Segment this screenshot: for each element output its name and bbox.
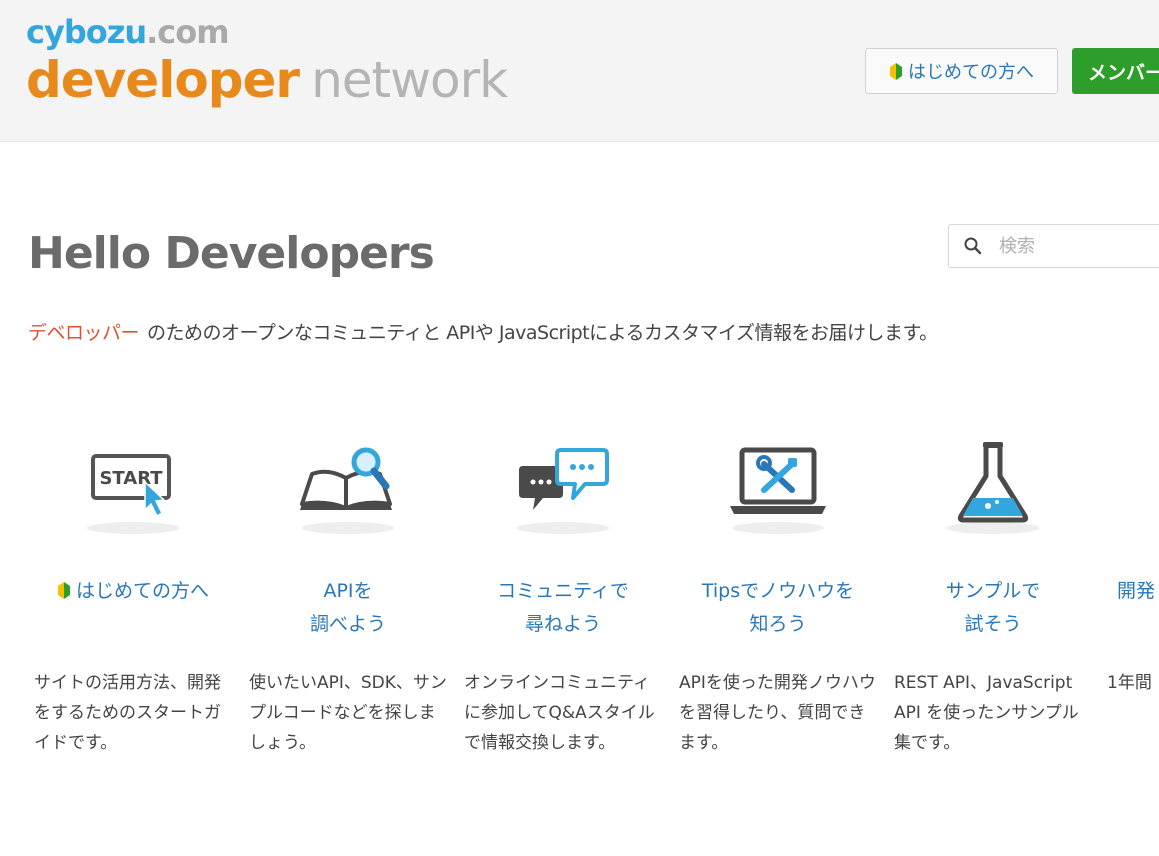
logo-cybozu: cybozu.com bbox=[26, 14, 507, 50]
tagline-text: のためのオープンなコミュニティと APIや JavaScriptによるカスタマイ… bbox=[147, 322, 938, 344]
feature-description: 1年間 <ログイ bbox=[1107, 673, 1159, 693]
feature-description: 使いたいAPI、SDK、サンプルコードなどを探しましょう。 bbox=[249, 673, 447, 753]
page-title: Hello Developers bbox=[28, 228, 435, 279]
feature-label-line2: 試そう bbox=[964, 613, 1022, 635]
feature-link-partial[interactable]: 開発 bbox=[1117, 575, 1159, 608]
logo-word-developer: developer bbox=[26, 51, 300, 109]
beginner-button[interactable]: はじめての方へ bbox=[865, 48, 1058, 94]
svg-text:START: START bbox=[99, 468, 163, 489]
feature-description: オンラインコミュニティに参加してQ&Aスタイルで情報交換します。 bbox=[464, 673, 655, 753]
feature-label-line1: はじめての方へ bbox=[28, 575, 238, 608]
feature-link-samples[interactable]: サンプルで 試そう bbox=[888, 575, 1098, 641]
beginner-mark-icon bbox=[890, 63, 902, 80]
feature-icon-link[interactable] bbox=[673, 430, 883, 550]
feature-description: APIを使った開発ノウハウを習得したり、質問できます。 bbox=[679, 673, 876, 753]
search-icon bbox=[964, 237, 982, 255]
chat-bubbles-icon bbox=[517, 448, 609, 534]
feature-label-line2: 尋ねよう bbox=[524, 613, 601, 635]
feature-label-text: はじめての方へ bbox=[75, 580, 209, 602]
logo-tld: .com bbox=[146, 13, 229, 51]
search-box[interactable] bbox=[948, 224, 1159, 268]
feature-link-getting-started[interactable]: はじめての方へ bbox=[28, 575, 238, 608]
feature-label-line1: APIを bbox=[323, 580, 373, 602]
laptop-tools-icon bbox=[730, 447, 826, 534]
flask-icon bbox=[947, 442, 1039, 534]
feature-link-tips[interactable]: Tipsでノウハウを 知ろう bbox=[673, 575, 883, 641]
feature-description: REST API、JavaScript API を使ったンサンプル集です。 bbox=[894, 673, 1079, 753]
tagline: デベロッパー のためのオープンなコミュニティと APIや JavaScriptによ… bbox=[28, 318, 938, 345]
feature-icon-link[interactable] bbox=[458, 430, 668, 550]
search-input[interactable] bbox=[999, 235, 1149, 257]
site-logo[interactable]: cybozu.com developer network bbox=[26, 14, 508, 109]
start-icon: START bbox=[87, 454, 179, 534]
member-button[interactable]: メンバー bbox=[1072, 48, 1159, 94]
feature-label-line1: 開発 bbox=[1117, 580, 1156, 602]
beginner-button-label: はじめての方へ bbox=[908, 62, 1034, 83]
book-search-icon bbox=[300, 447, 394, 534]
feature-label-line2: 調べよう bbox=[309, 613, 386, 635]
feature-icon-link[interactable] bbox=[888, 430, 1098, 550]
beginner-mark-icon bbox=[57, 582, 70, 599]
logo-developer-network: developer network bbox=[26, 51, 508, 109]
logo-brand: cybozu bbox=[26, 13, 147, 51]
tagline-highlight: デベロッパー bbox=[28, 322, 140, 344]
logo-word-network: network bbox=[311, 51, 508, 109]
feature-description: サイトの活用方法、開発をするためのスタートガイドです。 bbox=[34, 673, 221, 753]
feature-label-line1: Tipsでノウハウを bbox=[701, 580, 855, 602]
feature-partial: 開発 1年間 <ログイ bbox=[1103, 430, 1159, 790]
feature-label-line2: 知ろう bbox=[749, 613, 807, 635]
feature-icon-link[interactable] bbox=[243, 430, 453, 550]
feature-link-api[interactable]: APIを 調べよう bbox=[243, 575, 453, 641]
feature-label-line1: サンプルで bbox=[945, 580, 1041, 602]
feature-link-community[interactable]: コミュニティで 尋ねよう bbox=[458, 575, 668, 641]
member-button-label: メンバー bbox=[1088, 61, 1159, 84]
feature-icon-link[interactable]: START bbox=[28, 430, 238, 550]
site-header: cybozu.com developer network はじめての方へ メンバー bbox=[0, 0, 1159, 142]
feature-label-line1: コミュニティで bbox=[497, 580, 629, 602]
